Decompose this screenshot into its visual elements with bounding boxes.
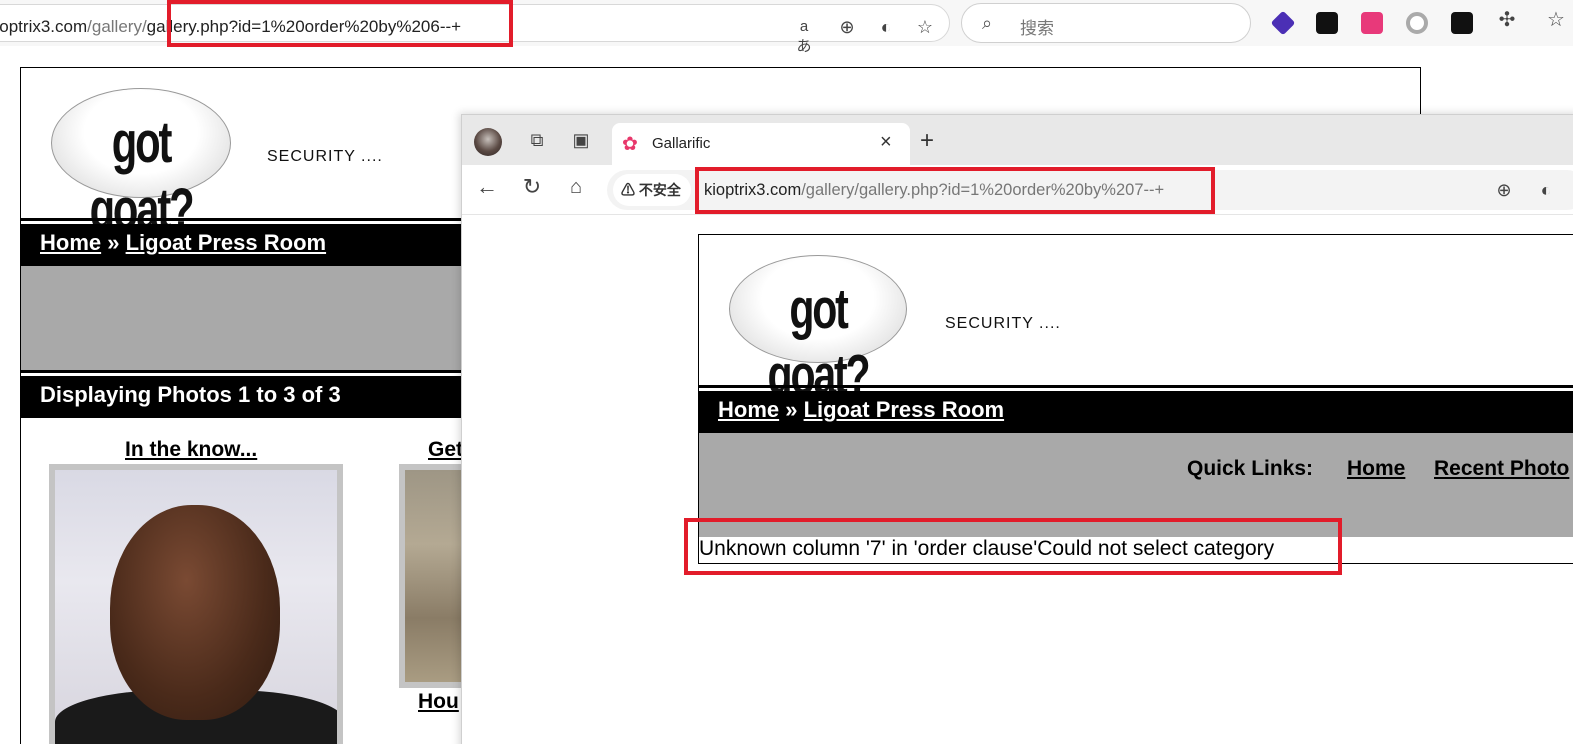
tagline: SECURITY .... xyxy=(267,148,383,165)
photo-title-link[interactable]: Get xyxy=(428,438,463,462)
breadcrumb-current-link[interactable]: Ligoat Press Room xyxy=(126,230,326,255)
search-placeholder: 搜索 xyxy=(1020,19,1054,38)
breadcrumb: Home » Ligoat Press Room xyxy=(699,391,1573,433)
highlight-box-background-url xyxy=(167,0,513,47)
close-tab-icon[interactable]: × xyxy=(880,131,892,154)
profile-avatar[interactable] xyxy=(474,128,502,156)
photo-portrait-image xyxy=(55,470,337,744)
highlight-box-foreground-url xyxy=(695,167,1215,214)
quick-link-recent-photos[interactable]: Recent Photo xyxy=(1434,457,1569,481)
quick-links-band xyxy=(21,266,461,372)
tab-strip: ⧉ ▣ ✿ Gallarific × + xyxy=(462,115,1573,165)
search-icon: ⌕ xyxy=(982,13,993,33)
new-tab-icon[interactable]: + xyxy=(920,127,934,155)
back-arrow-icon[interactable]: ← xyxy=(476,176,498,198)
extension-l-icon[interactable] xyxy=(1451,12,1473,34)
extensions-puzzle-icon[interactable]: ✣ xyxy=(1496,10,1518,30)
photo-thumbnail[interactable] xyxy=(399,464,461,688)
highlight-box-error-message xyxy=(684,518,1342,575)
foreground-gallery-page: got goat? SECURITY .... Home » Ligoat Pr… xyxy=(698,234,1573,564)
tab-actions-icon[interactable]: ▣ xyxy=(570,130,592,150)
photo-title-link[interactable]: Hou xyxy=(418,690,459,714)
logo-text: got goat? xyxy=(767,277,871,407)
got-goat-logo: got goat? xyxy=(51,88,231,242)
home-icon[interactable]: ⌂ xyxy=(565,177,587,197)
extension-diamond-icon[interactable] xyxy=(1270,10,1296,36)
divider xyxy=(699,385,1573,388)
got-goat-logo: got goat? xyxy=(729,255,907,407)
refresh-icon[interactable]: ↻ xyxy=(521,176,543,198)
breadcrumb-current-link[interactable]: Ligoat Press Room xyxy=(804,397,1004,422)
not-secure-label: 不安全 xyxy=(638,182,681,198)
tab-gallarific[interactable]: ✿ Gallarific × xyxy=(612,123,910,165)
breadcrumb-home-link[interactable]: Home xyxy=(718,397,779,422)
tagline: SECURITY .... xyxy=(945,315,1061,332)
not-secure-badge[interactable]: ⚠ 不安全 xyxy=(613,174,691,206)
photo-thumbnail[interactable] xyxy=(49,464,343,744)
extension-tampermonkey-icon[interactable] xyxy=(1316,12,1338,34)
divider xyxy=(21,218,461,221)
collections-icon[interactable]: ⧉ xyxy=(526,130,548,150)
breadcrumb-home-link[interactable]: Home xyxy=(40,230,101,255)
edge-browser-icon[interactable]: ◐ xyxy=(1535,180,1557,200)
breadcrumb: Home » Ligoat Press Room xyxy=(21,224,461,266)
tab-title: Gallarific xyxy=(652,135,711,152)
quick-links-label: Quick Links: xyxy=(1187,457,1314,480)
extension-circle-icon[interactable] xyxy=(1406,12,1428,34)
lotus-favicon-icon: ✿ xyxy=(622,134,638,155)
breadcrumb-separator: » xyxy=(101,230,126,255)
breadcrumb-separator: » xyxy=(779,397,804,422)
read-aloud-translate-icon[interactable]: aあ xyxy=(793,17,815,57)
search-box[interactable]: ⌕ 搜索 xyxy=(961,3,1251,43)
photo-title-link[interactable]: In the know... xyxy=(125,438,257,462)
photo-goat-image xyxy=(405,470,461,682)
zoom-icon[interactable]: ⊕ xyxy=(836,17,858,37)
extension-translate-icon[interactable] xyxy=(1361,12,1383,34)
divider xyxy=(21,370,461,373)
quick-link-home[interactable]: Home xyxy=(1347,457,1405,481)
photos-header: Displaying Photos 1 to 3 of 3 xyxy=(21,376,461,418)
edge-browser-icon[interactable]: ◐ xyxy=(875,17,897,37)
logo-text: got goat? xyxy=(89,110,195,242)
zoom-icon[interactable]: ⊕ xyxy=(1493,180,1515,200)
favorites-list-icon[interactable]: ☆ xyxy=(1545,10,1567,30)
favorite-star-icon[interactable]: ☆ xyxy=(914,17,936,37)
